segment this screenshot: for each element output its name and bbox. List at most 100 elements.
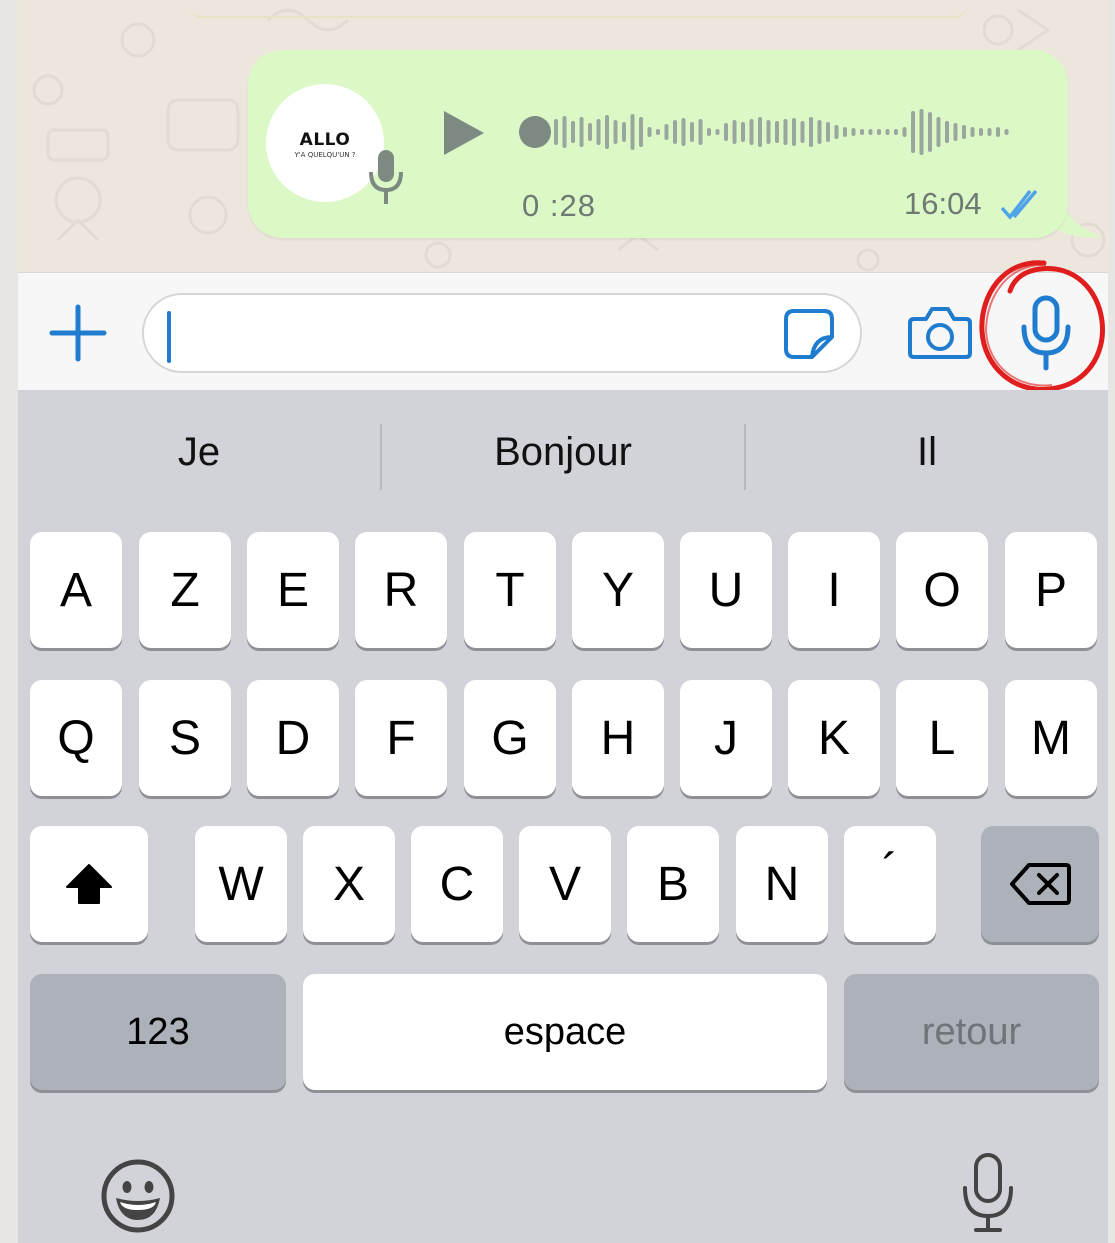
waveform-bar bbox=[690, 122, 694, 142]
key-i[interactable]: I bbox=[788, 532, 880, 648]
delete-key[interactable] bbox=[981, 826, 1099, 942]
waveform-bar bbox=[715, 129, 720, 135]
waveform-bar bbox=[732, 120, 737, 144]
waveform-bar bbox=[783, 119, 788, 145]
waveform-bar bbox=[843, 127, 847, 137]
waveform-bar bbox=[741, 122, 745, 142]
key-e[interactable]: E bbox=[247, 532, 339, 648]
waveform-bar bbox=[928, 112, 932, 152]
waveform-bar bbox=[936, 117, 941, 147]
waveform-bar bbox=[775, 121, 779, 143]
waveform-bar bbox=[630, 114, 635, 150]
waveform-bar bbox=[792, 118, 796, 146]
voice-message-bubble[interactable]: ALLO Y'A QUELQU'UN ? 0 :28 16:04 bbox=[248, 50, 1068, 238]
play-icon[interactable] bbox=[434, 105, 490, 161]
avatar-logo-title: ALLO bbox=[299, 130, 351, 150]
key-o[interactable]: O bbox=[896, 532, 988, 648]
key-b[interactable]: B bbox=[627, 826, 719, 942]
key-c[interactable]: C bbox=[411, 826, 503, 942]
waveform-bar bbox=[800, 121, 805, 143]
message-text-field[interactable] bbox=[142, 293, 862, 373]
key-l[interactable]: L bbox=[896, 680, 988, 796]
waveform-bar bbox=[970, 127, 975, 137]
waveform-bar bbox=[894, 129, 898, 135]
audio-waveform[interactable] bbox=[518, 102, 1028, 162]
waveform-bar bbox=[562, 116, 567, 148]
key-d[interactable]: D bbox=[247, 680, 339, 796]
suggestion-2[interactable]: Bonjour bbox=[382, 430, 744, 475]
keyboard: Je Bonjour Il A Z E R T Y U I O P Q S D … bbox=[18, 390, 1108, 1243]
waveform-bar bbox=[571, 121, 575, 143]
key-q[interactable]: Q bbox=[30, 680, 122, 796]
text-caret bbox=[167, 311, 171, 363]
key-s[interactable]: S bbox=[139, 680, 231, 796]
message-input-bar bbox=[18, 260, 1108, 392]
waveform-bar bbox=[698, 119, 703, 145]
waveform-bar bbox=[817, 120, 822, 144]
space-key[interactable]: espace bbox=[303, 974, 827, 1090]
shift-icon bbox=[66, 864, 112, 904]
key-t[interactable]: T bbox=[464, 532, 556, 648]
waveform-bar bbox=[834, 125, 839, 139]
key-m[interactable]: M bbox=[1005, 680, 1097, 796]
waveform-bar bbox=[647, 127, 652, 137]
key-r[interactable]: R bbox=[355, 532, 447, 648]
previous-message-edge bbox=[188, 0, 968, 18]
waveform-bar bbox=[613, 120, 618, 144]
waveform-bar bbox=[877, 129, 881, 135]
waveform-bar bbox=[809, 117, 813, 147]
key-x[interactable]: X bbox=[303, 826, 395, 942]
key-w[interactable]: W bbox=[195, 826, 287, 942]
microphone-icon[interactable] bbox=[1016, 295, 1076, 371]
waveform-bar bbox=[868, 129, 873, 135]
delete-icon bbox=[1010, 863, 1071, 905]
waveform-bar bbox=[851, 128, 856, 136]
plus-icon[interactable] bbox=[48, 303, 108, 363]
dictation-icon[interactable] bbox=[960, 1152, 1016, 1234]
key-acute-accent[interactable]: ´ bbox=[844, 826, 936, 942]
sticker-icon[interactable] bbox=[782, 307, 836, 361]
emoji-icon[interactable] bbox=[100, 1158, 176, 1234]
waveform-bar bbox=[724, 123, 728, 141]
waveform-bar bbox=[664, 124, 669, 140]
voice-note-mic-icon bbox=[369, 150, 403, 204]
waveform-bar bbox=[962, 125, 966, 139]
key-f[interactable]: F bbox=[355, 680, 447, 796]
waveform-bar bbox=[919, 109, 924, 155]
waveform-bar bbox=[588, 123, 592, 141]
key-y[interactable]: Y bbox=[572, 532, 664, 648]
waveform-bar bbox=[860, 129, 864, 135]
suggestion-3[interactable]: Il bbox=[746, 430, 1108, 475]
waveform-bar bbox=[1004, 129, 1009, 135]
waveform-bar bbox=[579, 117, 584, 147]
key-k[interactable]: K bbox=[788, 680, 880, 796]
phone-screen: ALLO Y'A QUELQU'UN ? 0 :28 16:04 Je Bonj… bbox=[18, 0, 1108, 1243]
key-a[interactable]: A bbox=[30, 532, 122, 648]
camera-icon[interactable] bbox=[908, 303, 972, 361]
waveform-bar bbox=[707, 128, 711, 136]
waveform-bar bbox=[826, 122, 830, 142]
waveform-bar bbox=[766, 120, 771, 144]
key-u[interactable]: U bbox=[680, 532, 772, 648]
numbers-key[interactable]: 123 bbox=[30, 974, 286, 1090]
waveform-bar bbox=[596, 119, 601, 145]
waveform-bar bbox=[979, 128, 983, 136]
waveform-bar bbox=[681, 118, 686, 146]
key-n[interactable]: N bbox=[736, 826, 828, 942]
key-j[interactable]: J bbox=[680, 680, 772, 796]
waveform-bar bbox=[554, 119, 558, 145]
key-v[interactable]: V bbox=[519, 826, 611, 942]
waveform-bar bbox=[749, 119, 754, 145]
waveform-bar bbox=[996, 127, 1000, 137]
return-key[interactable]: retour bbox=[844, 974, 1099, 1090]
key-p[interactable]: P bbox=[1005, 532, 1097, 648]
read-receipt-icon bbox=[1000, 190, 1038, 220]
suggestion-1[interactable]: Je bbox=[18, 430, 380, 475]
waveform-bar bbox=[673, 120, 677, 144]
chat-area: ALLO Y'A QUELQU'UN ? 0 :28 16:04 bbox=[18, 0, 1108, 272]
key-g[interactable]: G bbox=[464, 680, 556, 796]
shift-key[interactable] bbox=[30, 826, 148, 942]
waveform-bar bbox=[911, 111, 915, 153]
key-z[interactable]: Z bbox=[139, 532, 231, 648]
key-h[interactable]: H bbox=[572, 680, 664, 796]
